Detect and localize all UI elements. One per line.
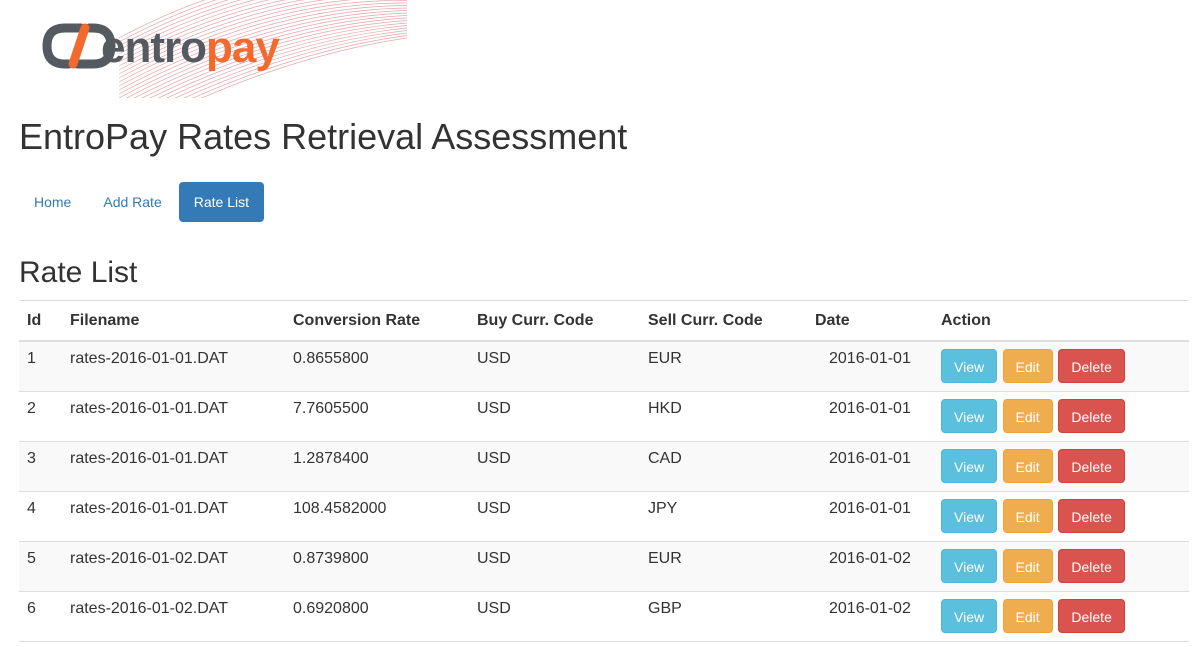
table-row: 4 rates-2016-01-01.DAT 108.4582000 USD JPY 20… — [19, 490, 1189, 541]
cell-sell-code: CAD — [640, 440, 807, 491]
cell-sell-code: JPY — [640, 490, 807, 541]
cell-filename: rates-2016-01-01.DAT — [62, 340, 285, 391]
delete-button[interactable]: Delete — [1058, 398, 1126, 433]
cell-date: 2016-01-01 — [807, 490, 933, 541]
rates-table: Id Filename Conversion Rate Buy Curr. Co… — [19, 300, 1189, 642]
cell-conversion-rate: 1.2878400 — [285, 440, 469, 491]
table-row: 5 rates-2016-01-02.DAT 0.8739800 USD EUR 2016… — [19, 540, 1189, 591]
cell-buy-code: USD — [469, 440, 640, 491]
header-buy-code: Buy Curr. Code — [469, 300, 640, 342]
table-row: 1 rates-2016-01-01.DAT 0.8655800 USD EUR 2016… — [19, 340, 1189, 391]
delete-button[interactable]: Delete — [1058, 498, 1126, 533]
cell-conversion-rate: 0.8739800 — [285, 540, 469, 591]
cell-actions: View Edit Delete — [933, 440, 1189, 491]
cell-date: 2016-01-02 — [807, 540, 933, 591]
cell-id: 5 — [19, 540, 62, 591]
view-button[interactable]: View — [941, 398, 998, 433]
cell-conversion-rate: 108.4582000 — [285, 490, 469, 541]
cell-buy-code: USD — [469, 340, 640, 391]
cell-filename: rates-2016-01-01.DAT — [62, 440, 285, 491]
edit-button[interactable]: Edit — [1002, 548, 1053, 583]
view-button[interactable]: View — [941, 448, 998, 483]
cell-id: 6 — [19, 590, 62, 642]
cell-date: 2016-01-02 — [807, 590, 933, 642]
cell-filename: rates-2016-01-02.DAT — [62, 540, 285, 591]
delete-button[interactable]: Delete — [1058, 548, 1126, 583]
cell-id: 1 — [19, 340, 62, 391]
edit-button[interactable]: Edit — [1002, 398, 1053, 433]
cell-date: 2016-01-01 — [807, 390, 933, 441]
cell-conversion-rate: 7.7605500 — [285, 390, 469, 441]
page-title: EntroPay Rates Retrieval Assessment — [19, 116, 628, 157]
cell-actions: View Edit Delete — [933, 540, 1189, 591]
logo-wordmark-part1: entro — [101, 23, 207, 72]
view-button[interactable]: View — [941, 598, 998, 633]
cell-id: 3 — [19, 440, 62, 491]
view-button[interactable]: View — [941, 498, 998, 533]
cell-actions: View Edit Delete — [933, 340, 1189, 391]
header-date: Date — [807, 300, 933, 342]
cell-sell-code: HKD — [640, 390, 807, 441]
cell-date: 2016-01-01 — [807, 440, 933, 491]
header-sell-code: Sell Curr. Code — [640, 300, 807, 342]
section-title: Rate List — [19, 256, 138, 289]
table-header-row: Id Filename Conversion Rate Buy Curr. Co… — [19, 300, 1189, 342]
table-row: 6 rates-2016-01-02.DAT 0.6920800 USD GBP 2016… — [19, 590, 1189, 642]
cell-buy-code: USD — [469, 590, 640, 642]
delete-button[interactable]: Delete — [1058, 448, 1126, 483]
cell-filename: rates-2016-01-01.DAT — [62, 390, 285, 441]
brand-logo[interactable]: entropay — [19, 0, 407, 98]
header-id: Id — [19, 300, 62, 342]
cell-actions: View Edit Delete — [933, 490, 1189, 541]
cell-actions: View Edit Delete — [933, 590, 1189, 642]
cell-actions: View Edit Delete — [933, 390, 1189, 441]
cell-buy-code: USD — [469, 390, 640, 441]
edit-button[interactable]: Edit — [1002, 448, 1053, 483]
view-button[interactable]: View — [941, 548, 998, 583]
cell-date: 2016-01-01 — [807, 340, 933, 391]
cell-filename: rates-2016-01-01.DAT — [62, 490, 285, 541]
view-button[interactable]: View — [941, 349, 998, 383]
edit-button[interactable]: Edit — [1002, 598, 1053, 633]
logo-wordmark-part2: pay — [206, 23, 280, 72]
cell-buy-code: USD — [469, 490, 640, 541]
delete-button[interactable]: Delete — [1058, 349, 1126, 383]
logo-wordmark: entropay — [101, 23, 280, 72]
table-row: 2 rates-2016-01-01.DAT 7.7605500 USD HKD 2016… — [19, 390, 1189, 441]
nav-add-rate[interactable]: Add Rate — [88, 182, 176, 222]
cell-sell-code: GBP — [640, 590, 807, 642]
cell-sell-code: EUR — [640, 540, 807, 591]
edit-button[interactable]: Edit — [1002, 349, 1053, 383]
cell-filename: rates-2016-01-02.DAT — [62, 590, 285, 642]
cell-conversion-rate: 0.8655800 — [285, 340, 469, 391]
header-conversion-rate: Conversion Rate — [285, 300, 469, 342]
table-row: 3 rates-2016-01-01.DAT 1.2878400 USD CAD 2016… — [19, 440, 1189, 491]
edit-button[interactable]: Edit — [1002, 498, 1053, 533]
main-nav: Home Add Rate Rate List — [19, 182, 264, 222]
header-action: Action — [933, 300, 1189, 342]
cell-sell-code: EUR — [640, 340, 807, 391]
nav-rate-list[interactable]: Rate List — [178, 182, 264, 222]
nav-home[interactable]: Home — [19, 182, 86, 222]
cell-buy-code: USD — [469, 540, 640, 591]
delete-button[interactable]: Delete — [1058, 598, 1126, 633]
header-filename: Filename — [62, 300, 285, 342]
cell-id: 2 — [19, 390, 62, 441]
cell-conversion-rate: 0.6920800 — [285, 590, 469, 642]
cell-id: 4 — [19, 490, 62, 541]
